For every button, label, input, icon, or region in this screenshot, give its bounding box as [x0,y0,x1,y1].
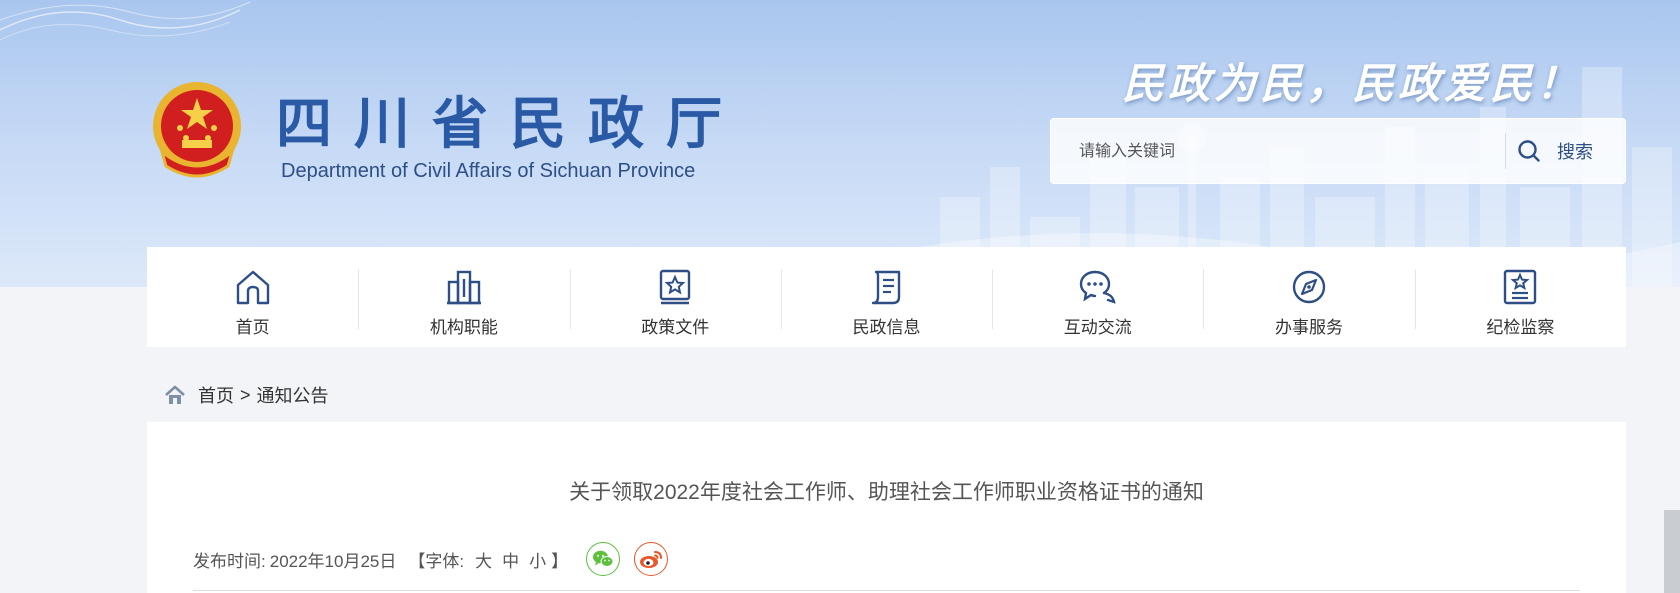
building-icon [446,270,481,305]
nav-item-civil-info[interactable]: 民政信息 [780,247,992,347]
nav-label: 互动交流 [1063,318,1132,337]
document-star-icon [660,269,691,305]
breadcrumb-separator: > [240,384,251,405]
search-box: 搜索 [1050,118,1626,184]
nav-item-policy[interactable]: 政策文件 [569,247,781,347]
nav-item-organization[interactable]: 机构职能 [358,247,569,347]
breadcrumb: 首页 > 通知公告 [164,380,329,410]
nav-label: 机构职能 [429,318,498,337]
nav-label: 民政信息 [852,318,921,337]
header-banner: 四川省民政厅 Department of Civil Affairs of Si… [0,0,1680,287]
compass-icon [1292,270,1326,304]
article-panel: 关于领取2022年度社会工作师、助理社会工作师职业资格证书的通知 发布时间: 2… [147,422,1626,593]
share-weibo-button[interactable] [634,542,669,576]
search-button-label: 搜索 [1557,142,1593,162]
scroll-icon [872,270,901,305]
nav-label: 首页 [235,318,270,337]
nav-label: 办事服务 [1275,318,1344,337]
swirl-decoration [0,1,251,41]
nav-label: 纪检监察 [1486,318,1555,337]
article-title: 关于领取2022年度社会工作师、助理社会工作师职业资格证书的通知 [569,481,1204,504]
wechat-icon [593,550,614,567]
breadcrumb-home-link[interactable]: 首页 [198,382,234,408]
publish-date: 2022年10月25日 [269,551,397,571]
search-icon [1518,140,1540,162]
article-meta: 发布时间: 2022年10月25日 【字体: 大 中 小 】 [193,542,669,576]
share-wechat-button[interactable] [586,542,621,576]
meta-divider [193,590,1580,591]
national-emblem-logo [153,82,241,178]
font-size-small[interactable]: 小 [529,547,546,572]
breadcrumb-current[interactable]: 通知公告 [257,382,329,408]
nav-item-services[interactable]: 办事服务 [1203,247,1414,347]
nav-item-interaction[interactable]: 互动交流 [992,247,1203,347]
weibo-icon [640,551,663,568]
main-nav: 首页 机构职能 政策文件 民政信息 互动交流 办事服务 纪检监察 [147,247,1626,347]
slogan: 民政为民，民政爱民！ [1122,59,1583,108]
chat-icon [1079,270,1116,304]
nav-item-home[interactable]: 首页 [147,247,358,347]
home-icon [165,385,185,404]
search-divider [1505,133,1506,169]
home-icon [236,270,269,305]
search-input[interactable] [1079,139,1519,165]
nav-item-discipline[interactable]: 纪检监察 [1414,247,1626,347]
scrollbar-thumb[interactable] [1664,510,1680,593]
site-title: 四川省民政厅 [276,91,744,157]
nav-label: 政策文件 [641,318,710,337]
site-subtitle: Department of Civil Affairs of Sichuan P… [281,160,696,182]
font-size-prefix: 【字体: [408,551,465,571]
font-size-suffix: 】 [551,551,569,571]
font-size-large[interactable]: 大 [475,547,492,572]
publish-label: 发布时间: [193,551,266,571]
badge-star-icon [1504,269,1537,305]
search-button[interactable]: 搜索 [1517,131,1621,171]
font-size-medium[interactable]: 中 [502,547,519,572]
